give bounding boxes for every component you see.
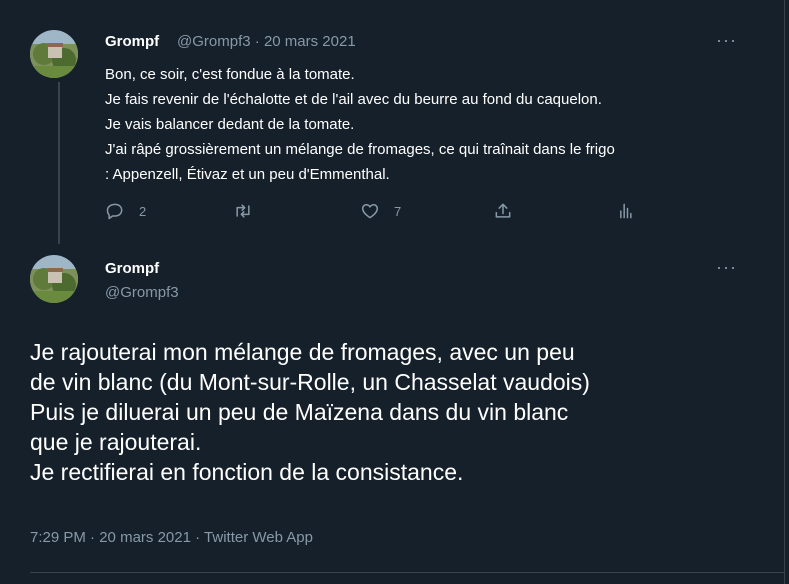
tweet-line: Je rajouterai mon mélange de fromages, a…	[30, 339, 575, 365]
thread-line	[58, 82, 60, 244]
author-name[interactable]: Grompf	[105, 260, 159, 277]
like-icon	[361, 204, 379, 219]
tweet-line: J'ai râpé grossièrement un mélange de fr…	[105, 141, 615, 158]
tweet-date[interactable]: 20 mars 2021	[99, 529, 191, 546]
more-icon[interactable]: ···	[716, 30, 737, 51]
author-handle[interactable]: @Grompf3	[177, 33, 251, 50]
meta-separator: ·	[254, 33, 260, 50]
footer-dot: ·	[195, 529, 201, 546]
reply-icon	[106, 203, 123, 220]
author-handle[interactable]: @Grompf3	[105, 284, 179, 301]
share-icon	[495, 203, 511, 218]
reply-button[interactable]: 2	[105, 199, 146, 223]
avatar[interactable]	[30, 30, 78, 78]
tweet-line: Je rectifierai en fonction de la consist…	[30, 459, 464, 485]
reply-count: 2	[139, 203, 147, 219]
tweet-line: Bon, ce soir, c'est fondue à la tomate.	[105, 66, 355, 83]
analytics-button[interactable]	[615, 199, 635, 223]
tweet-line: Puis je diluerai un peu de Maïzena dans …	[30, 399, 569, 425]
retweet-button[interactable]	[233, 199, 253, 223]
tweet-text: Bon, ce soir, c'est fondue à la tomate. …	[105, 62, 615, 187]
tweet-line: de vin blanc (du Mont-sur-Rolle, un Chas…	[30, 369, 590, 395]
tweet-line: : Appenzell, Étivaz et un peu d'Emmentha…	[105, 166, 390, 183]
footer-dot: ·	[90, 529, 96, 546]
analytics-icon	[620, 203, 632, 219]
column-border	[784, 0, 785, 584]
share-button[interactable]	[493, 199, 513, 223]
tweet-time[interactable]: 7:29 PM	[30, 529, 86, 546]
tweet-source[interactable]: Twitter Web App	[204, 529, 313, 546]
more-icon[interactable]: ···	[716, 257, 737, 278]
tweet-meta: @Grompf3 · 20 mars 2021	[177, 33, 356, 50]
author-name[interactable]: Grompf	[105, 33, 159, 50]
tweet-line: que je rajouterai.	[30, 429, 202, 455]
avatar[interactable]	[30, 255, 78, 303]
tweet-text: Je rajouterai mon mélange de fromages, a…	[30, 337, 590, 487]
tweet-line: Je fais revenir de l'échalotte et de l'a…	[105, 91, 602, 108]
tweet-footer: 7:29 PM · 20 mars 2021 · Twitter Web App	[30, 529, 313, 546]
retweet-icon	[236, 204, 250, 218]
tweet-line: Je vais balancer dedant de la tomate.	[105, 116, 355, 133]
like-button[interactable]: 7	[360, 199, 401, 223]
tweet-date[interactable]: 20 mars 2021	[264, 33, 356, 50]
divider	[30, 572, 784, 573]
like-count: 7	[394, 203, 402, 219]
